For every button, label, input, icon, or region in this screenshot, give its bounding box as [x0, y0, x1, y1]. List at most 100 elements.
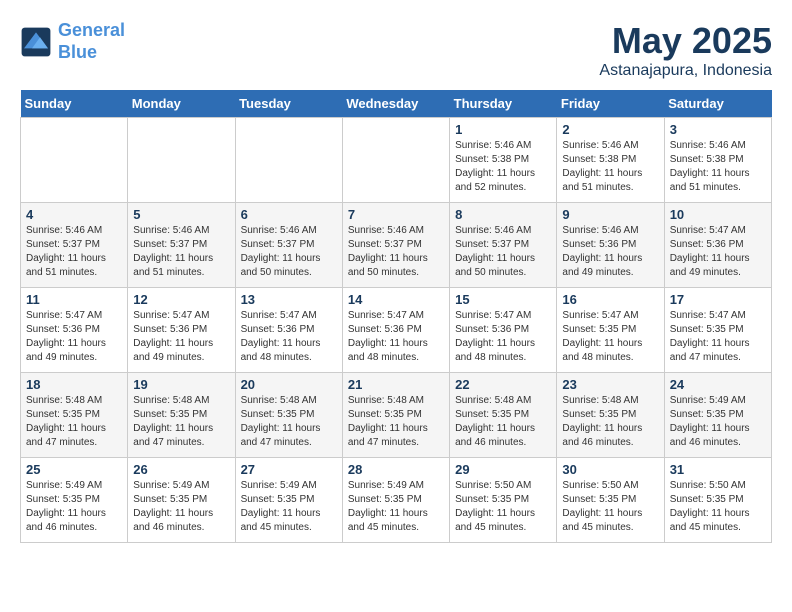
day-number: 8 [455, 207, 551, 222]
day-info: Sunrise: 5:48 AMSunset: 5:35 PMDaylight:… [133, 394, 229, 450]
day-number: 29 [455, 462, 551, 477]
day-number: 30 [562, 462, 658, 477]
day-number: 27 [241, 462, 337, 477]
day-info: Sunrise: 5:49 AMSunset: 5:35 PMDaylight:… [670, 394, 766, 450]
day-info: Sunrise: 5:46 AMSunset: 5:37 PMDaylight:… [455, 224, 551, 280]
day-number: 12 [133, 292, 229, 307]
calendar-cell: 26Sunrise: 5:49 AMSunset: 5:35 PMDayligh… [128, 458, 235, 543]
calendar-cell: 13 Sunrise: 5:47 AMSunset: 5:36 PMDayligh… [235, 288, 342, 373]
day-info: Sunrise: 5:47 AMSunset: 5:35 PMDaylight:… [562, 309, 658, 365]
day-info: Sunrise: 5:46 AMSunset: 5:37 PMDaylight:… [133, 224, 229, 280]
calendar-cell: 21 Sunrise: 5:48 AMSunset: 5:35 PMDayligh… [342, 373, 449, 458]
day-info: Sunrise: 5:48 AMSunset: 5:35 PMDaylight:… [26, 394, 122, 450]
calendar-cell: 23Sunrise: 5:48 AMSunset: 5:35 PMDayligh… [557, 373, 664, 458]
day-header-sunday: Sunday [21, 90, 128, 118]
calendar-cell: 19 Sunrise: 5:48 AMSunset: 5:35 PMDayligh… [128, 373, 235, 458]
calendar-cell [342, 118, 449, 203]
day-info: Sunrise: 5:46 AMSunset: 5:37 PMDaylight:… [241, 224, 337, 280]
week-row-1: 1 Sunrise: 5:46 AMSunset: 5:38 PMDaylight… [21, 118, 772, 203]
calendar-cell: 17Sunrise: 5:47 AMSunset: 5:35 PMDayligh… [664, 288, 771, 373]
day-number: 20 [241, 377, 337, 392]
day-number: 25 [26, 462, 122, 477]
day-info: Sunrise: 5:47 AMSunset: 5:36 PMDaylight:… [348, 309, 444, 365]
day-number: 7 [348, 207, 444, 222]
calendar-cell: 2Sunrise: 5:46 AMSunset: 5:38 PMDaylight… [557, 118, 664, 203]
week-row-3: 11 Sunrise: 5:47 AMSunset: 5:36 PMDayligh… [21, 288, 772, 373]
calendar-cell: 24 Sunrise: 5:49 AMSunset: 5:35 PMDayligh… [664, 373, 771, 458]
calendar-cell: 6 Sunrise: 5:46 AMSunset: 5:37 PMDaylight… [235, 203, 342, 288]
day-number: 1 [455, 122, 551, 137]
calendar-cell: 18Sunrise: 5:48 AMSunset: 5:35 PMDayligh… [21, 373, 128, 458]
day-number: 16 [562, 292, 658, 307]
day-number: 6 [241, 207, 337, 222]
calendar-cell: 16 Sunrise: 5:47 AMSunset: 5:35 PMDayligh… [557, 288, 664, 373]
title-block: May 2025 Astanajapura, Indonesia [599, 20, 772, 80]
day-info: Sunrise: 5:46 AMSunset: 5:37 PMDaylight:… [26, 224, 122, 280]
calendar-cell: 10 Sunrise: 5:47 AMSunset: 5:36 PMDayligh… [664, 203, 771, 288]
day-number: 9 [562, 207, 658, 222]
day-info: Sunrise: 5:46 AMSunset: 5:37 PMDaylight:… [348, 224, 444, 280]
day-info: Sunrise: 5:47 AMSunset: 5:36 PMDaylight:… [670, 224, 766, 280]
day-number: 28 [348, 462, 444, 477]
day-info: Sunrise: 5:50 AMSunset: 5:35 PMDaylight:… [455, 479, 551, 535]
day-info: Sunrise: 5:49 AMSunset: 5:35 PMDaylight:… [348, 479, 444, 535]
day-number: 23 [562, 377, 658, 392]
calendar-cell: 14 Sunrise: 5:47 AMSunset: 5:36 PMDayligh… [342, 288, 449, 373]
calendar-cell: 11 Sunrise: 5:47 AMSunset: 5:36 PMDayligh… [21, 288, 128, 373]
day-info: Sunrise: 5:48 AMSunset: 5:35 PMDaylight:… [348, 394, 444, 450]
day-number: 15 [455, 292, 551, 307]
day-info: Sunrise: 5:48 AMSunset: 5:35 PMDaylight:… [241, 394, 337, 450]
calendar-cell: 8 Sunrise: 5:46 AMSunset: 5:37 PMDaylight… [450, 203, 557, 288]
logo-icon [20, 26, 52, 58]
day-info: Sunrise: 5:49 AMSunset: 5:35 PMDaylight:… [26, 479, 122, 535]
calendar-cell: 15 Sunrise: 5:47 AMSunset: 5:36 PMDayligh… [450, 288, 557, 373]
calendar-cell: 31Sunrise: 5:50 AMSunset: 5:35 PMDayligh… [664, 458, 771, 543]
page-header: General Blue May 2025 Astanajapura, Indo… [20, 20, 772, 80]
day-number: 19 [133, 377, 229, 392]
day-header-tuesday: Tuesday [235, 90, 342, 118]
day-number: 31 [670, 462, 766, 477]
calendar-cell: 5 Sunrise: 5:46 AMSunset: 5:37 PMDaylight… [128, 203, 235, 288]
day-info: Sunrise: 5:48 AMSunset: 5:35 PMDaylight:… [455, 394, 551, 450]
calendar-cell [128, 118, 235, 203]
day-header-monday: Monday [128, 90, 235, 118]
day-info: Sunrise: 5:46 AMSunset: 5:38 PMDaylight:… [562, 139, 658, 195]
calendar-cell: 25 Sunrise: 5:49 AMSunset: 5:35 PMDayligh… [21, 458, 128, 543]
calendar-cell: 29 Sunrise: 5:50 AMSunset: 5:35 PMDayligh… [450, 458, 557, 543]
calendar-cell: 22Sunrise: 5:48 AMSunset: 5:35 PMDayligh… [450, 373, 557, 458]
day-info: Sunrise: 5:46 AMSunset: 5:38 PMDaylight:… [455, 139, 551, 195]
day-number: 4 [26, 207, 122, 222]
calendar-cell: 12 Sunrise: 5:47 AMSunset: 5:36 PMDayligh… [128, 288, 235, 373]
day-number: 5 [133, 207, 229, 222]
calendar-cell: 7 Sunrise: 5:46 AMSunset: 5:37 PMDaylight… [342, 203, 449, 288]
day-info: Sunrise: 5:47 AMSunset: 5:36 PMDaylight:… [26, 309, 122, 365]
day-info: Sunrise: 5:47 AMSunset: 5:36 PMDaylight:… [241, 309, 337, 365]
calendar-title: May 2025 [599, 20, 772, 62]
day-number: 3 [670, 122, 766, 137]
day-info: Sunrise: 5:47 AMSunset: 5:36 PMDaylight:… [133, 309, 229, 365]
calendar-table: SundayMondayTuesdayWednesdayThursdayFrid… [20, 90, 772, 543]
week-row-5: 25 Sunrise: 5:49 AMSunset: 5:35 PMDayligh… [21, 458, 772, 543]
logo-line1: General [58, 20, 125, 40]
calendar-cell: 1 Sunrise: 5:46 AMSunset: 5:38 PMDaylight… [450, 118, 557, 203]
day-number: 11 [26, 292, 122, 307]
day-number: 24 [670, 377, 766, 392]
calendar-cell: 20 Sunrise: 5:48 AMSunset: 5:35 PMDayligh… [235, 373, 342, 458]
calendar-subtitle: Astanajapura, Indonesia [599, 62, 772, 80]
calendar-cell [21, 118, 128, 203]
day-number: 13 [241, 292, 337, 307]
day-header-friday: Friday [557, 90, 664, 118]
calendar-cell: 27 Sunrise: 5:49 AMSunset: 5:35 PMDayligh… [235, 458, 342, 543]
day-info: Sunrise: 5:47 AMSunset: 5:36 PMDaylight:… [455, 309, 551, 365]
day-number: 21 [348, 377, 444, 392]
week-row-2: 4 Sunrise: 5:46 AMSunset: 5:37 PMDaylight… [21, 203, 772, 288]
day-info: Sunrise: 5:49 AMSunset: 5:35 PMDaylight:… [133, 479, 229, 535]
days-header-row: SundayMondayTuesdayWednesdayThursdayFrid… [21, 90, 772, 118]
day-number: 14 [348, 292, 444, 307]
calendar-cell: 28 Sunrise: 5:49 AMSunset: 5:35 PMDayligh… [342, 458, 449, 543]
day-number: 10 [670, 207, 766, 222]
calendar-cell: 3 Sunrise: 5:46 AMSunset: 5:38 PMDaylight… [664, 118, 771, 203]
day-info: Sunrise: 5:49 AMSunset: 5:35 PMDaylight:… [241, 479, 337, 535]
day-info: Sunrise: 5:46 AMSunset: 5:38 PMDaylight:… [670, 139, 766, 195]
calendar-cell: 9Sunrise: 5:46 AMSunset: 5:36 PMDaylight… [557, 203, 664, 288]
